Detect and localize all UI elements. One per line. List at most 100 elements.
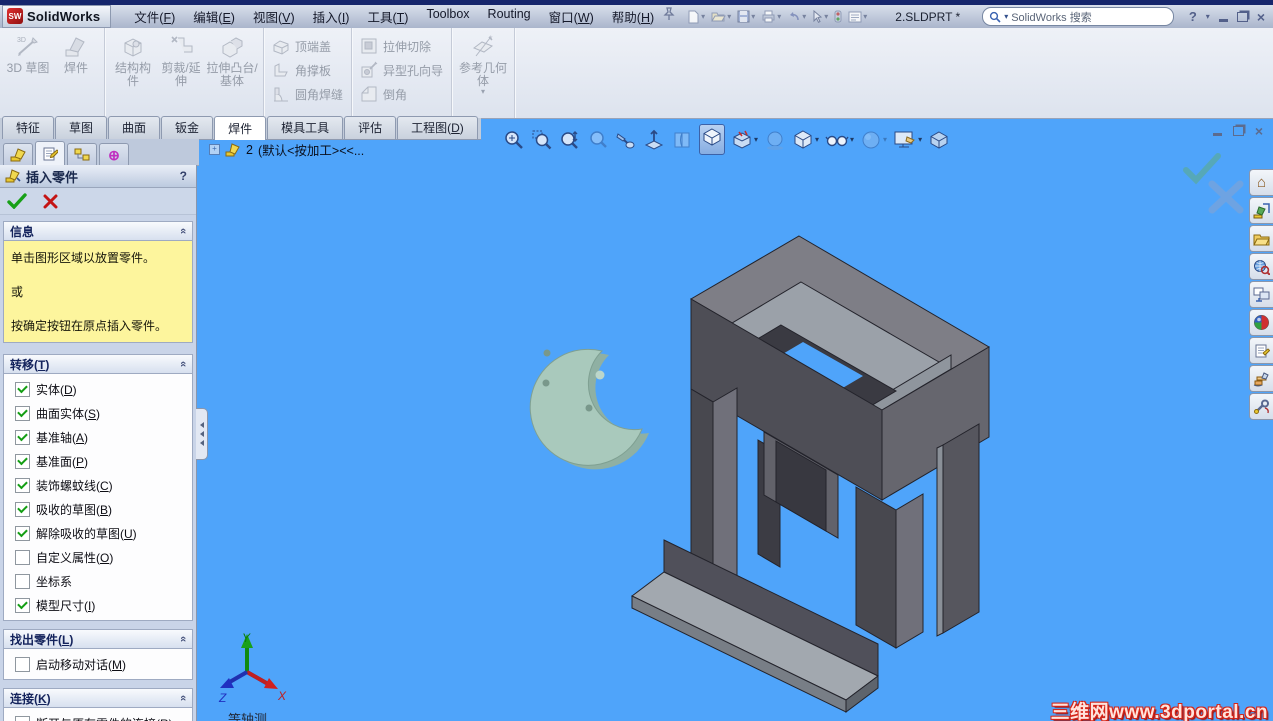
chamfer-button[interactable]: 倒角 <box>356 84 447 104</box>
hide-show-items-button[interactable]: ▾ <box>825 129 854 151</box>
feature-manager-tab[interactable] <box>3 143 33 165</box>
cancel-button[interactable] <box>43 194 58 209</box>
ok-button[interactable] <box>7 193 27 209</box>
reference-geometry-button[interactable]: * 参考几何体 ▾ <box>456 32 510 96</box>
end-cap-button[interactable]: 顶端盖 <box>268 36 347 56</box>
save-button[interactable]: ▾ <box>735 9 757 24</box>
checkbox-cosmetic-threads[interactable]: 装饰螺蚊线(C) <box>6 473 190 497</box>
checkbox-absorbed-sketches[interactable]: 吸收的草图(B) <box>6 497 190 521</box>
rotate-view-icon[interactable] <box>615 129 637 151</box>
dimxpert-manager-tab[interactable]: ⊕ <box>99 143 129 165</box>
checkbox-launch-move-dialog[interactable]: 启动移动对话(M) <box>6 652 190 676</box>
close-button[interactable]: × <box>1257 10 1265 24</box>
search-results-tab[interactable] <box>1249 253 1273 280</box>
section-transfer-header[interactable]: 转移(T) « <box>3 354 193 374</box>
panel-collapse-handle[interactable] <box>196 408 208 460</box>
new-document-button[interactable]: ▾ <box>685 9 707 25</box>
checkbox-coordinate-systems[interactable]: 坐标系 <box>6 569 190 593</box>
structural-member-button[interactable]: 结构构件 <box>109 32 157 90</box>
menu-edit[interactable]: 编辑(E) <box>184 5 244 28</box>
extrude-boss-button[interactable]: 拉伸凸台/基体 <box>205 32 259 90</box>
view-orientation-button[interactable]: ▾ <box>792 129 819 151</box>
tab-weldments[interactable]: 焊件 <box>214 116 267 140</box>
search-input[interactable]: SolidWorks 搜索 <box>1011 9 1091 25</box>
zoom-to-area-icon[interactable] <box>531 129 553 151</box>
menu-insert[interactable]: 插入(I) <box>304 5 359 28</box>
checkbox-surface-bodies[interactable]: 曲面实体(S) <box>6 401 190 425</box>
pin-menu-icon[interactable] <box>663 7 675 26</box>
expand-icon[interactable]: + <box>209 144 220 155</box>
appearances-scenes-tab[interactable] <box>1249 309 1273 336</box>
custom-properties-tab[interactable] <box>1249 337 1273 364</box>
zoom-in-out-icon[interactable] <box>559 129 581 151</box>
help-button[interactable]: ? <box>1189 9 1197 24</box>
tab-surfaces[interactable]: 曲面 <box>108 116 161 139</box>
menu-window[interactable]: 窗口(W) <box>540 5 603 28</box>
configuration-manager-tab[interactable] <box>67 143 97 165</box>
gusset-button[interactable]: 角撑板 <box>268 60 347 80</box>
frame-model[interactable] <box>631 235 990 713</box>
checkbox-axes[interactable]: 基准轴(A) <box>6 425 190 449</box>
apply-scene-button[interactable]: ▾ <box>893 129 922 151</box>
checkbox-unabsorbed-sketches[interactable]: 解除吸收的草图(U) <box>6 521 190 545</box>
graphics-area[interactable] <box>196 137 1273 721</box>
tab-sheet-metal[interactable]: 钣金 <box>161 116 214 139</box>
doc-minimize-button[interactable] <box>1212 133 1222 136</box>
settings-tab[interactable] <box>1249 393 1273 420</box>
search-dropdown-icon[interactable]: ▾ <box>1004 12 1008 21</box>
display-style-button[interactable] <box>699 124 725 155</box>
section-info-header[interactable]: 信息 « <box>3 221 193 241</box>
select-button[interactable]: ▾ <box>810 9 830 24</box>
section-view-button[interactable]: ▾ <box>731 129 758 151</box>
restore-button[interactable] <box>1236 11 1248 22</box>
doc-restore-button[interactable] <box>1232 126 1244 136</box>
file-explorer-tab[interactable] <box>1249 225 1273 252</box>
fillet-bead-button[interactable]: 圆角焊缝 <box>268 84 347 104</box>
tab-sketch[interactable]: 草图 <box>55 116 108 139</box>
tab-evaluate[interactable]: 评估 <box>344 116 397 139</box>
menu-help[interactable]: 帮助(H) <box>603 5 663 28</box>
view-palette-tab[interactable] <box>1249 281 1273 308</box>
open-button[interactable]: ▾ <box>709 9 733 24</box>
checkbox-break-link[interactable]: 断开与原有零件的连接(R) <box>6 711 190 721</box>
trim-extend-button[interactable]: 剪裁/延伸 <box>157 32 205 90</box>
solidworks-resources-tab[interactable]: ⌂ <box>1249 169 1273 196</box>
checkbox-solid-bodies[interactable]: 实体(D) <box>6 377 190 401</box>
doc-close-button[interactable]: × <box>1255 124 1263 138</box>
weldment-button[interactable]: 焊件 <box>52 32 100 77</box>
menu-view[interactable]: 视图(V) <box>244 5 304 28</box>
rebuild-button[interactable] <box>832 9 844 24</box>
section-link-header[interactable]: 连接(K) « <box>3 688 193 708</box>
reference-geometry-dropdown-icon[interactable]: ▾ <box>481 85 485 98</box>
confirm-cancel-ghost-icon[interactable] <box>1206 178 1246 216</box>
extruded-cut-button[interactable]: 拉伸切除 <box>356 36 447 56</box>
menu-file[interactable]: 文件(F) <box>125 5 184 28</box>
section-locate-header[interactable]: 找出零件(L) « <box>3 629 193 649</box>
view-settings-icon[interactable] <box>928 129 950 151</box>
crescent-part[interactable] <box>529 348 649 470</box>
menu-toolbox[interactable]: Toolbox <box>417 5 478 28</box>
options-button[interactable]: ▾ <box>846 10 869 24</box>
menu-tools[interactable]: 工具(T) <box>358 5 417 28</box>
tab-features[interactable]: 特征 <box>2 116 55 139</box>
search-box[interactable]: ▾ SolidWorks 搜索 <box>982 7 1175 26</box>
undo-button[interactable]: ▾ <box>785 9 808 24</box>
checkbox-custom-properties[interactable]: 自定义属性(O) <box>6 545 190 569</box>
zoom-to-fit-icon[interactable] <box>503 129 525 151</box>
normal-to-icon[interactable] <box>643 129 665 151</box>
panel-help-button[interactable]: ? <box>176 169 191 183</box>
help-dropdown-icon[interactable]: ▾ <box>1206 12 1210 21</box>
menu-routing[interactable]: Routing <box>479 5 540 28</box>
design-library-tab[interactable] <box>1249 197 1273 224</box>
feature-tree-node[interactable]: + 2 (默认<按加工><<... <box>209 140 364 159</box>
tab-drawing[interactable]: 工程图(D) <box>397 116 478 139</box>
print-button[interactable]: ▾ <box>759 9 783 24</box>
hole-wizard-button[interactable]: 异型孔向导 <box>356 60 447 80</box>
checkbox-model-dimensions[interactable]: 模型尺寸(I) <box>6 593 190 617</box>
minimize-button[interactable] <box>1218 18 1228 22</box>
3d-sketch-button[interactable]: 3D 3D 草图 <box>4 32 52 77</box>
property-manager-tab[interactable] <box>35 141 65 165</box>
built-parts-tab[interactable] <box>1249 365 1273 392</box>
checkbox-planes[interactable]: 基准面(P) <box>6 449 190 473</box>
tab-mold-tools[interactable]: 模具工具 <box>267 116 344 139</box>
